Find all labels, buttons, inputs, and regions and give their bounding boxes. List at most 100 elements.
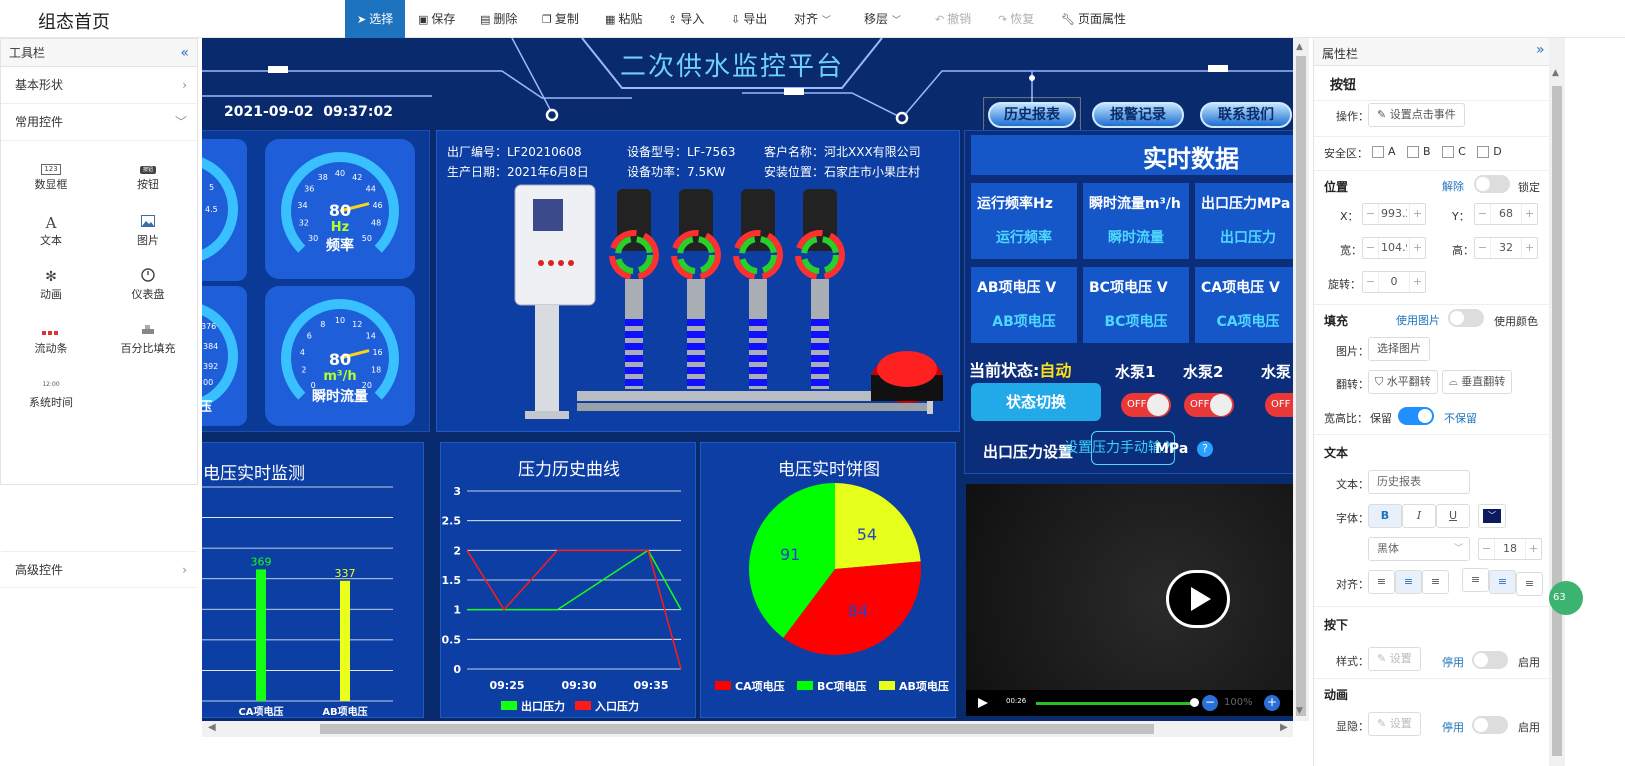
align-left-button[interactable]: ≡ [1368,570,1395,594]
control-button[interactable]: 按钮 按钮 [103,158,193,192]
collapse-left-icon[interactable]: « [180,39,189,67]
scroll-down-icon[interactable]: ▼ [1296,706,1303,716]
copy-button[interactable]: ❐ 复制 [542,0,579,38]
use-image-label[interactable]: 使用图片 [1396,312,1440,328]
video-scrubber[interactable] [1190,698,1199,707]
rotation-input[interactable]: −0 + [1362,271,1426,293]
realtime-cell: 瞬时流量m³/h 瞬时流量 [1083,183,1189,259]
disable-label[interactable]: 停用 [1442,654,1464,670]
no-keep-ratio-label[interactable]: 不保留 [1444,410,1477,426]
lock-toggle[interactable] [1474,175,1510,193]
visibility-button[interactable]: ✎ 设置 [1368,712,1421,736]
advanced-controls-section[interactable]: 高级控件 › [1,551,197,588]
control-image[interactable]: 图片 [103,214,193,248]
y-tick-label: 2 [453,544,461,557]
italic-button[interactable]: I [1402,504,1436,528]
pump2-switch[interactable]: OFF [1184,393,1234,417]
font-family-select[interactable]: 黑体 ﹀ [1368,537,1470,561]
help-icon[interactable]: ? [1197,441,1213,457]
export-button[interactable]: ⇩ 导出 [731,0,767,38]
pump3-switch[interactable]: OFF [1265,393,1293,417]
font-color-picker[interactable]: ﹀ [1478,504,1506,528]
alarm-record-button[interactable]: 报警记录 [1092,102,1184,128]
horizontal-scrollbar[interactable]: ◀ ▶ [202,721,1293,737]
scroll-up-icon[interactable]: ▲ [1296,42,1303,52]
video-progress[interactable] [1036,702,1194,705]
underline-button[interactable]: U [1436,504,1470,528]
properties-scrollbar[interactable]: ▲ [1549,38,1565,766]
basic-shapes-section[interactable]: 基本形状 › [1,67,197,104]
control-text[interactable]: A 文本 [6,214,96,248]
safe-zone-d-label: D [1493,145,1502,158]
zoom-out-icon[interactable]: − [1202,695,1218,711]
safe-zone-b[interactable]: B [1407,145,1431,158]
align-center-button[interactable]: ≡ [1395,570,1422,594]
chevron-down-icon: ﹀ [821,16,831,26]
control-flow-bar[interactable]: 流动条 [6,322,96,356]
layer-dropdown[interactable]: 移层 ﹀ [864,0,901,38]
control-animation[interactable]: ✻ 动画 [6,268,96,302]
video-player[interactable]: 00:26 − 100% + [966,484,1293,716]
align-right-button[interactable]: ≡ [1422,570,1449,594]
undo-button[interactable]: ↶ 撤销 [935,0,971,38]
aspect-ratio-toggle[interactable] [1398,407,1434,425]
properties-title: 属性栏 [1322,47,1359,61]
paste-button[interactable]: ▦ 粘贴 [605,0,642,38]
control-gauge[interactable]: 仪表盘 [103,268,193,302]
flip-horizontal-button[interactable]: ⛉ 水平翻转 [1368,370,1438,394]
vertical-scroll-thumb[interactable] [1296,56,1306,716]
unlock-label[interactable]: 解除 [1442,178,1464,194]
safe-zone-d[interactable]: D [1477,145,1502,158]
scroll-left-icon[interactable]: ◀ [208,722,216,733]
control-percent-fill[interactable]: 百分比填充 [103,322,193,356]
contact-us-button[interactable]: 联系我们 [1200,102,1292,128]
component-type: 按钮 [1330,78,1357,93]
control-system-time[interactable]: 12:00 系统时间 [6,376,96,410]
zoom-in-icon[interactable]: + [1264,695,1280,711]
delete-button[interactable]: ▤ 删除 [480,0,517,38]
press-toggle[interactable] [1472,651,1508,669]
x-input[interactable]: −993.2(+ [1362,203,1426,225]
import-button[interactable]: ⇪ 导入 [668,0,704,38]
width-input[interactable]: −104.9(+ [1362,237,1426,259]
design-canvas[interactable]: 二次供水监控平台 2021-09-02 09:37:02 历史报表 报警记录 联… [202,38,1293,721]
text-input[interactable]: 历史报表 [1368,470,1470,494]
redo-button[interactable]: ↷ 恢复 [998,0,1034,38]
bold-button[interactable]: B [1368,504,1402,528]
y-input[interactable]: −68 + [1474,203,1538,225]
common-controls-section[interactable]: 常用控件 ﹀ [1,104,197,141]
status-switch-button[interactable]: 状态切换 [971,383,1101,421]
pump1-switch[interactable]: OFF [1121,393,1171,417]
disable-label[interactable]: 停用 [1442,719,1464,735]
press-style-button[interactable]: ✎ 设置 [1368,647,1421,671]
font-size-input[interactable]: −18 + [1478,538,1542,560]
safe-zone-c[interactable]: C [1442,145,1466,158]
gauge-tick: 12 [352,320,362,329]
valign-top-button[interactable]: ≡ [1462,568,1489,592]
valign-bottom-button[interactable]: ≡ [1516,572,1543,596]
status-badge[interactable]: 63 [1549,581,1583,615]
control-display-box[interactable]: 123 数显框 [6,158,96,192]
play-icon[interactable] [1166,570,1230,628]
partial-gauge-bottom: 376 384 392 00 压 [202,286,247,426]
vertical-scrollbar[interactable]: ▲ ▼ [1293,38,1309,721]
save-button[interactable]: ▣ 保存 [418,0,455,38]
valign-middle-button[interactable]: ≡ [1489,570,1516,594]
flip-vertical-button[interactable]: ⌓ 垂直翻转 [1442,370,1513,394]
select-button[interactable]: ➤ 选择 [345,0,405,38]
play-small-icon[interactable] [978,698,988,708]
properties-scroll-thumb[interactable] [1552,86,1562,756]
scroll-up-icon[interactable]: ▲ [1552,68,1559,78]
safe-zone-a[interactable]: A [1372,145,1396,158]
scroll-right-icon[interactable]: ▶ [1280,722,1288,733]
align-dropdown[interactable]: 对齐 ﹀ [794,0,831,38]
height-input[interactable]: −32 + [1474,237,1538,259]
choose-image-button[interactable]: 选择图片 [1368,337,1430,361]
legend-label: AB项电压 [899,679,949,693]
fill-mode-toggle[interactable] [1448,309,1484,327]
collapse-right-icon[interactable]: » [1536,42,1545,58]
visibility-toggle[interactable] [1472,716,1508,734]
set-click-event-button[interactable]: ✎ 设置点击事件 [1368,103,1465,127]
page-properties-button[interactable]: 🔧︎ 页面属性 [1061,0,1126,38]
horizontal-scroll-thumb[interactable] [320,724,1154,734]
